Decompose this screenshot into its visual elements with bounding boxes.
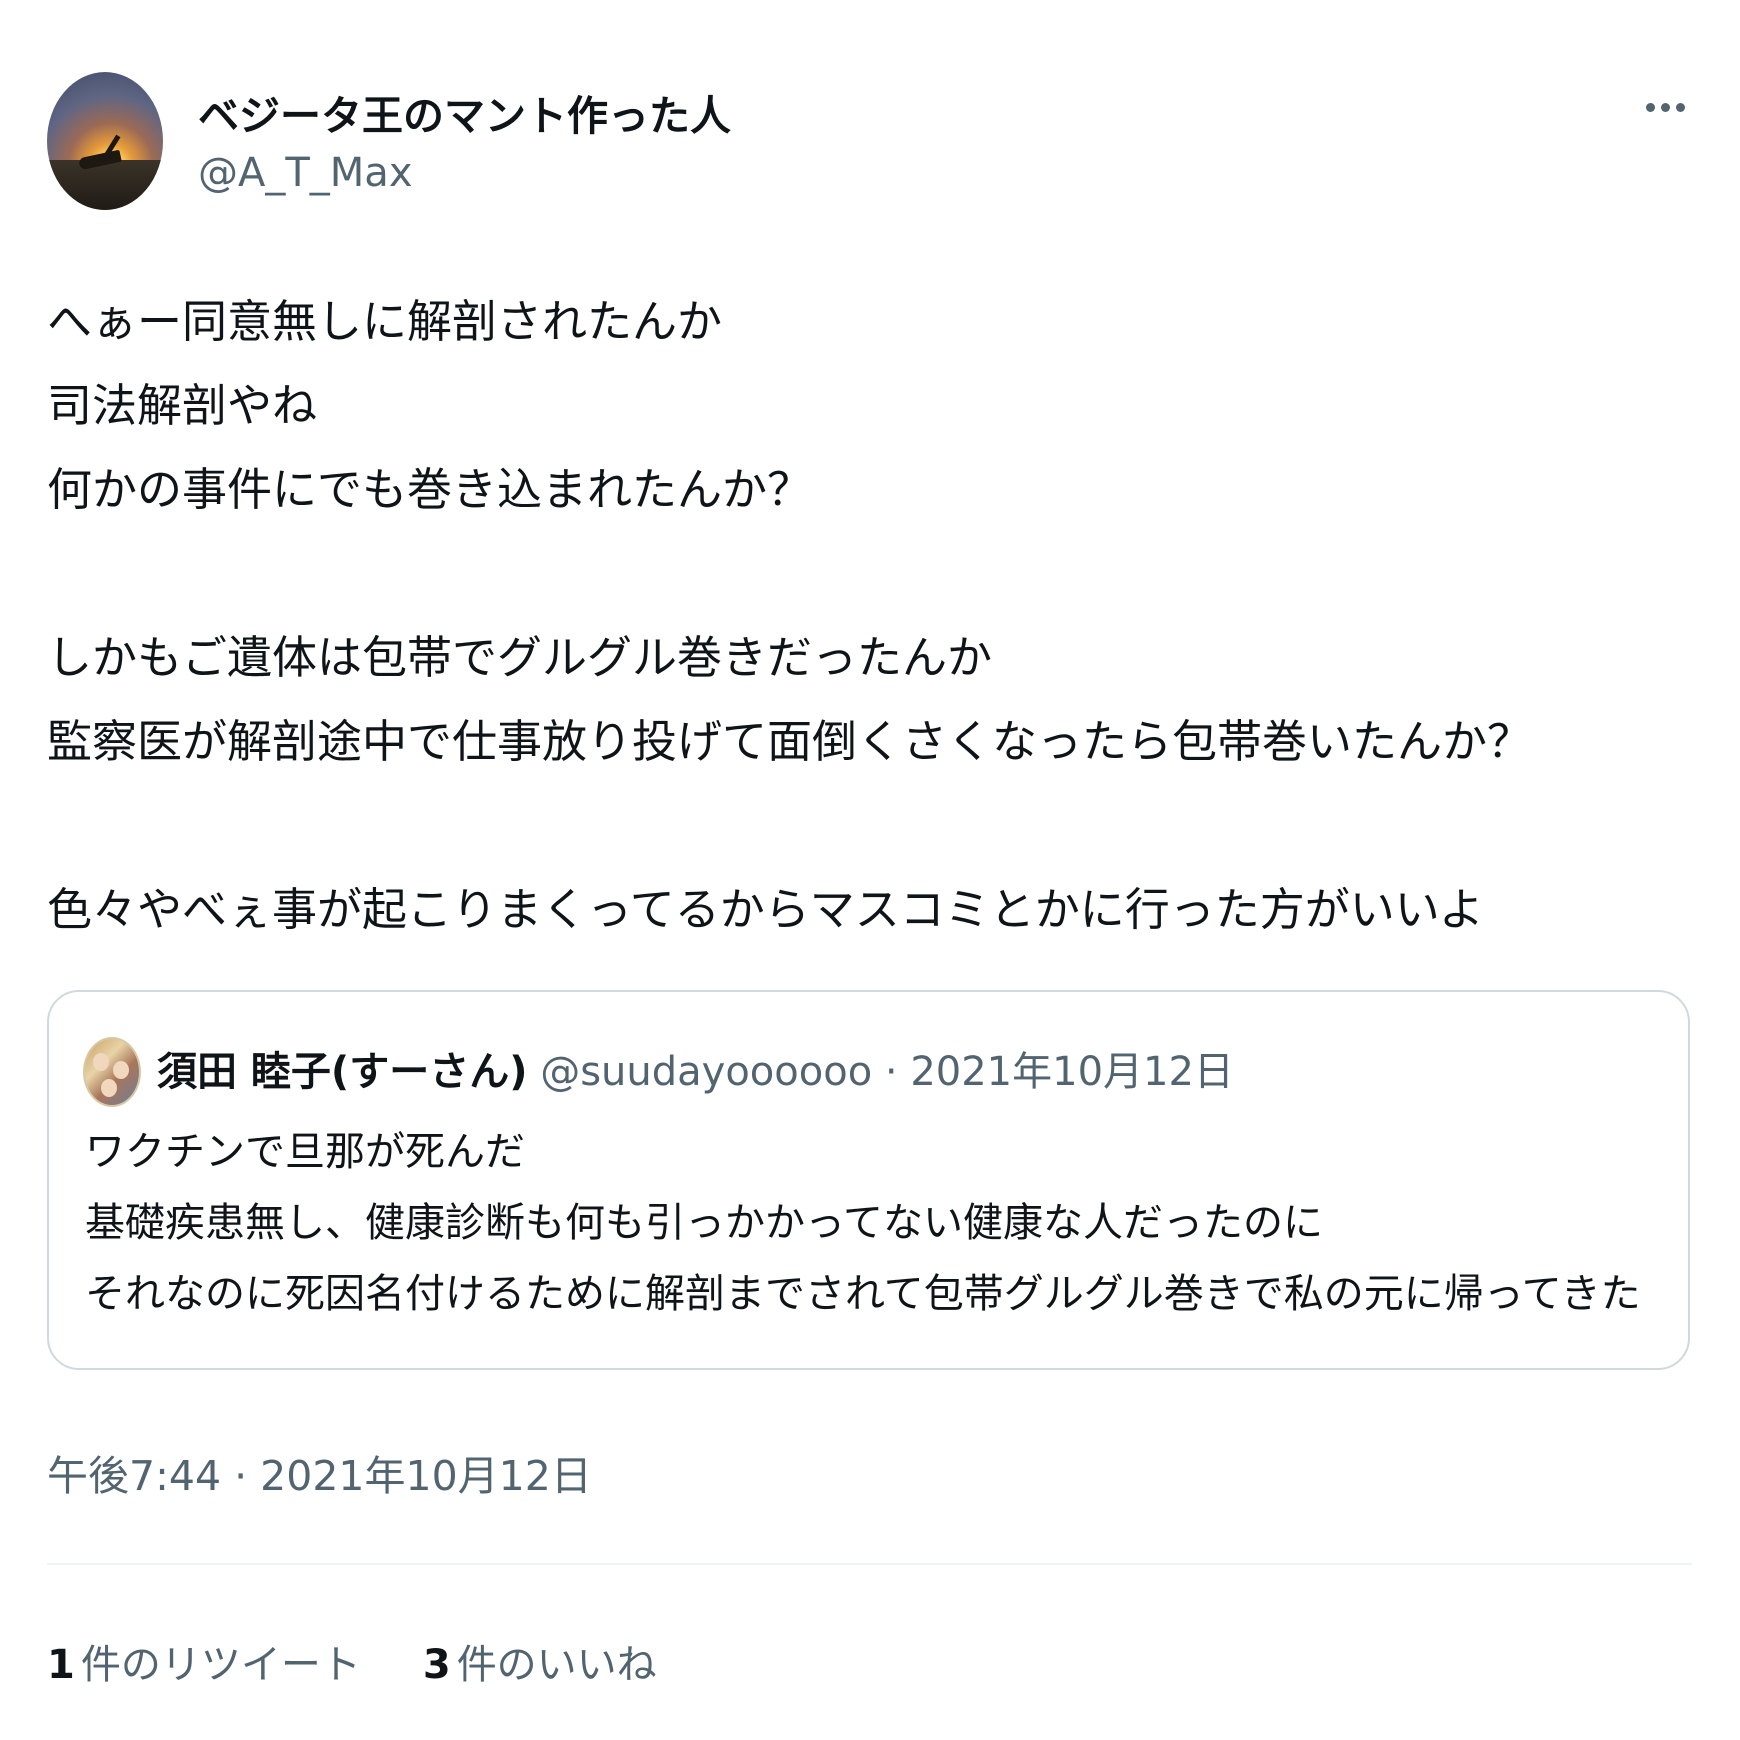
more-options-button[interactable] <box>1630 82 1700 132</box>
tweet-text-line: 何かの事件にでも巻き込まれたんか？ <box>47 463 813 516</box>
tweet-text-line <box>47 532 1707 616</box>
like-count: 3 <box>422 1642 451 1688</box>
more-horizontal-icon-dot <box>1660 102 1670 112</box>
more-horizontal-icon <box>1645 102 1655 112</box>
author-handle[interactable]: @A_T_Max <box>198 150 413 196</box>
quoted-author-avatar[interactable] <box>83 1037 141 1107</box>
author-avatar[interactable] <box>47 72 163 210</box>
quoted-text-line: それなのに死因名付けるために解剖までされて包帯グルグル巻きで私の元に帰ってきた <box>85 1271 1641 1317</box>
retweet-count: 1 <box>47 1642 75 1688</box>
avatar-face <box>101 1079 117 1097</box>
tweet-text: へぁー同意無しに解剖されたんか 司法解剖やね 何かの事件にでも巻き込まれたんか？… <box>47 280 1707 952</box>
tweet-timestamp[interactable]: 午後7:44 · 2021年10月12日 <box>47 1442 592 1502</box>
quoted-author-handle[interactable]: @suudayoooooo <box>540 1049 872 1095</box>
more-horizontal-icon-dot <box>1675 102 1685 112</box>
tweet-detail: ベジータ王のマント作った人 @A_T_Max へぁー同意無しに解剖されたんか 司… <box>0 0 1740 1740</box>
avatar-face <box>113 1061 129 1079</box>
retweet-label: 件のリツイート <box>80 1642 361 1688</box>
tweet-text-line <box>47 784 1707 868</box>
like-label: 件のいいね <box>456 1642 657 1688</box>
tweet-text-line: 監察医が解剖途中で仕事放り投げて面倒くさくなったら包帯巻いたんか？ <box>47 715 1533 768</box>
author-display-name[interactable]: ベジータ王のマント作った人 <box>198 82 731 142</box>
quoted-text-line: 基礎疾患無し、健康診断も何も引っかかってない健康な人だったのに <box>85 1200 1323 1246</box>
retweets-stat[interactable]: 1 件のリツイート <box>47 1632 361 1690</box>
quoted-tweet-text: ワクチンで旦那が死んだ 基礎疾患無し、健康診断も何も引っかかってない健康な人だっ… <box>85 1117 1675 1330</box>
tweet-text-line: へぁー同意無しに解剖されたんか <box>47 295 723 348</box>
quoted-tweet-date[interactable]: 2021年10月12日 <box>910 1049 1234 1095</box>
quoted-text-line: ワクチンで旦那が死んだ <box>85 1129 525 1175</box>
tweet-text-line: しかもご遺体は包帯でグルグル巻きだったんか <box>47 631 993 684</box>
avatar-ground <box>47 160 163 210</box>
header-separator: · <box>884 1049 898 1095</box>
tweet-text-line: 司法解剖やね <box>47 379 318 432</box>
divider <box>47 1563 1692 1565</box>
tweet-stats: 1 件のリツイート 3 件のいいね <box>47 1632 657 1690</box>
tweet-text-line: 色々やべぇ事が起こりまくってるからマスコミとかに行った方がいいよ <box>47 883 1484 936</box>
quoted-author-name[interactable]: 須田 睦子(すーさん) <box>157 1049 528 1095</box>
likes-stat[interactable]: 3 件のいいね <box>423 1632 657 1690</box>
quoted-tweet-card[interactable]: 須田 睦子(すーさん) @suudayoooooo · 2021年10月12日 … <box>47 990 1690 1370</box>
avatar-face <box>93 1053 109 1071</box>
quoted-tweet-header: 須田 睦子(すーさん) @suudayoooooo · 2021年10月12日 <box>157 1044 1234 1100</box>
